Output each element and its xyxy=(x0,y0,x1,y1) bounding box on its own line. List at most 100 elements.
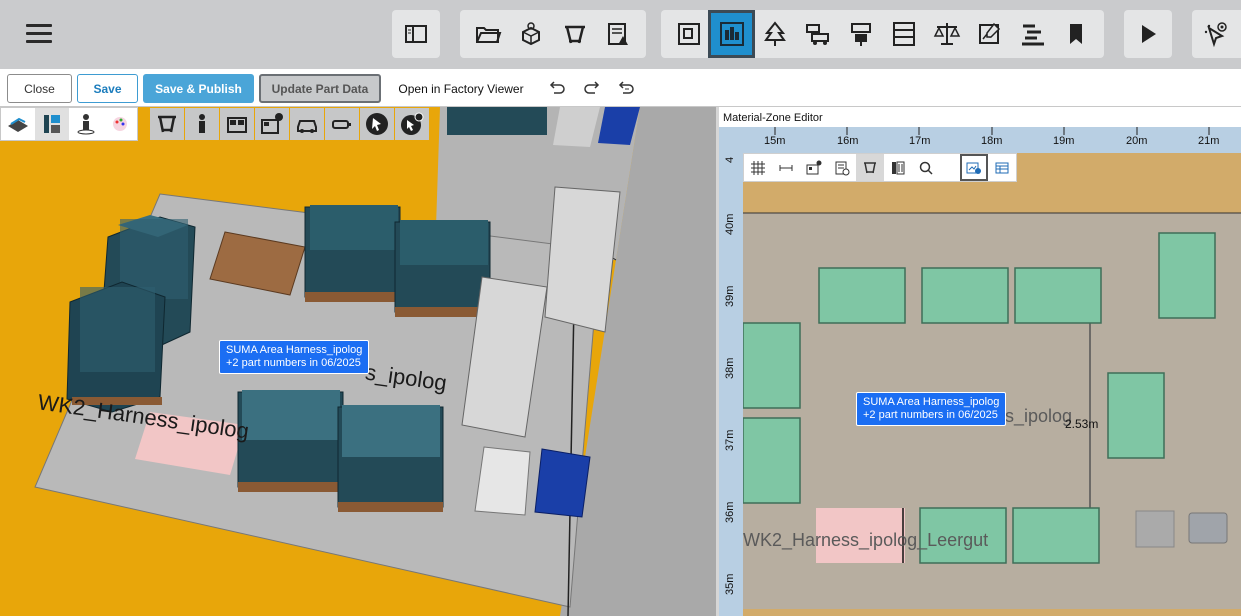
toolbar-group-cursor xyxy=(1192,10,1241,58)
container-zone[interactable] xyxy=(743,322,801,409)
person-location-icon[interactable] xyxy=(69,108,103,140)
stack-left-bottom xyxy=(66,281,166,413)
blue-bin xyxy=(534,448,591,518)
workstation-icon[interactable] xyxy=(150,108,184,140)
rack-icon[interactable] xyxy=(220,108,254,140)
tooltip-line-1: SUMA Area Harness_ipolog xyxy=(226,344,363,356)
view-mode-toolbar xyxy=(0,107,138,141)
ruler-x-label: 19m xyxy=(1053,135,1075,147)
editor-zone-tooltip: SUMA Area Harness_ipolog +2 part numbers… xyxy=(856,392,1007,426)
workstation-icon[interactable] xyxy=(856,154,884,181)
person-icon[interactable] xyxy=(185,108,219,140)
open-factory-viewer-link[interactable]: Open in Factory Viewer xyxy=(396,74,526,103)
cursor-view-icon[interactable] xyxy=(1198,12,1235,56)
vehicles-icon[interactable] xyxy=(796,12,839,56)
dimension-label: 2.53m xyxy=(1065,417,1099,431)
ruler-y-label: 36m xyxy=(724,501,736,523)
export-icon[interactable] xyxy=(960,154,988,181)
layout-frame-icon[interactable] xyxy=(667,12,710,56)
grid-icon[interactable] xyxy=(744,154,772,181)
object-toolbar xyxy=(150,107,430,141)
vehicle-icon[interactable] xyxy=(290,108,324,140)
tooltip-line-1: SUMA Area Harness_ipolog xyxy=(863,396,1000,408)
play-icon[interactable] xyxy=(1130,12,1166,56)
zones-icon[interactable] xyxy=(884,154,912,181)
menu-icon[interactable] xyxy=(26,24,52,44)
editor-title: Material-Zone Editor xyxy=(723,112,823,124)
zone-canvas[interactable]: WK2_Harness_ipolog_Leergut s_ipolog 2.53… xyxy=(743,153,1241,616)
distance-icon[interactable] xyxy=(772,154,800,181)
material-zone-editor: Material-Zone Editor 15m 16m 17m 18m 19m… xyxy=(719,107,1241,616)
update-part-data-button[interactable]: Update Part Data xyxy=(259,74,381,103)
containers-top-row xyxy=(447,107,547,135)
ruler-y-label: 38m xyxy=(724,357,736,379)
container-zone[interactable] xyxy=(1014,267,1102,324)
ruler-y-label: 35m xyxy=(724,573,736,595)
container-zone[interactable] xyxy=(818,267,906,324)
inspect-icon[interactable] xyxy=(828,154,856,181)
shelf-icon[interactable] xyxy=(882,12,925,56)
table-icon[interactable] xyxy=(988,154,1016,181)
close-button[interactable]: Close xyxy=(7,74,72,103)
battery-icon[interactable] xyxy=(325,108,359,140)
white-bin xyxy=(474,446,531,516)
part-box-icon[interactable] xyxy=(510,12,554,56)
gantt-icon[interactable] xyxy=(1012,12,1055,56)
factory-3d-view[interactable]: WK2_Harness_ipolog s_ipolog SUMA Area Ha… xyxy=(0,107,716,616)
bookmark-icon[interactable] xyxy=(1055,12,1098,56)
container-zone[interactable] xyxy=(1158,232,1216,319)
tree-icon[interactable] xyxy=(753,12,796,56)
toolbar-group-run xyxy=(1124,10,1172,58)
ruler-x-label: 21m xyxy=(1198,135,1220,147)
editor-toolbar xyxy=(743,153,1017,182)
rack-text-icon[interactable] xyxy=(800,154,828,181)
tooltip-line-2: +2 part numbers in 06/2025 xyxy=(863,409,998,421)
edit-chart-icon[interactable] xyxy=(969,12,1012,56)
workstation-icon[interactable] xyxy=(553,12,597,56)
folder-open-icon[interactable] xyxy=(466,12,510,56)
zone-label-bottom: WK2_Harness_ipolog_Leergut xyxy=(743,530,989,550)
panel-toggle-icon[interactable] xyxy=(398,12,434,56)
zone-tooltip: SUMA Area Harness_ipolog +2 part numbers… xyxy=(219,340,370,374)
toolbar-group-layout xyxy=(661,10,1104,58)
ruler-horizontal: 15m 16m 17m 18m 19m 20m 21m xyxy=(719,127,1241,153)
zone-label-mid: s_ipolog xyxy=(1005,406,1073,426)
toolbar-group-files xyxy=(460,10,646,58)
bin-zone[interactable] xyxy=(1188,512,1228,544)
machine-icon[interactable] xyxy=(839,12,882,56)
containers-top-center xyxy=(304,205,491,317)
layers-icon[interactable] xyxy=(1,108,35,140)
ruler-x-label: 18m xyxy=(981,135,1003,147)
main-toolbar xyxy=(0,0,1241,69)
ruler-vertical: 4 40m 39m 38m 37m 36m 35m xyxy=(719,153,743,616)
zones-icon[interactable] xyxy=(35,108,69,140)
redo-icon[interactable] xyxy=(583,80,601,96)
bottom-floor-strip xyxy=(743,609,1241,616)
report-warning-icon[interactable] xyxy=(597,12,641,56)
undo-icon[interactable] xyxy=(548,80,566,96)
palette-icon[interactable] xyxy=(103,108,137,140)
ruler-y-label: 4 xyxy=(724,156,736,163)
material-zone-icon[interactable] xyxy=(708,10,756,58)
ruler-x-label: 17m xyxy=(909,135,931,147)
ruler-y-label: 40m xyxy=(724,213,736,235)
toolbar-group-view xyxy=(392,10,440,58)
reset-icon[interactable] xyxy=(617,80,635,96)
ruler-x-label: 16m xyxy=(837,135,859,147)
select-cursor-icon[interactable] xyxy=(360,108,394,140)
save-button[interactable]: Save xyxy=(77,74,138,103)
tooltip-line-2: +2 part numbers in 06/2025 xyxy=(226,357,361,369)
container-zone[interactable] xyxy=(743,417,801,504)
container-zone[interactable] xyxy=(1107,372,1165,459)
bin-zone[interactable] xyxy=(1135,510,1175,548)
container-zone[interactable] xyxy=(921,267,1009,324)
rack-text-icon[interactable] xyxy=(255,108,289,140)
container-zone[interactable] xyxy=(1012,507,1100,564)
ruler-y-label: 37m xyxy=(724,429,736,451)
ruler-x-label: 15m xyxy=(764,135,786,147)
scale-icon[interactable] xyxy=(926,12,969,56)
save-publish-button[interactable]: Save & Publish xyxy=(143,74,254,103)
text-cursor-icon[interactable] xyxy=(395,108,429,140)
search-icon[interactable] xyxy=(912,154,940,181)
action-bar: Close Save Save & Publish Update Part Da… xyxy=(0,69,1241,107)
